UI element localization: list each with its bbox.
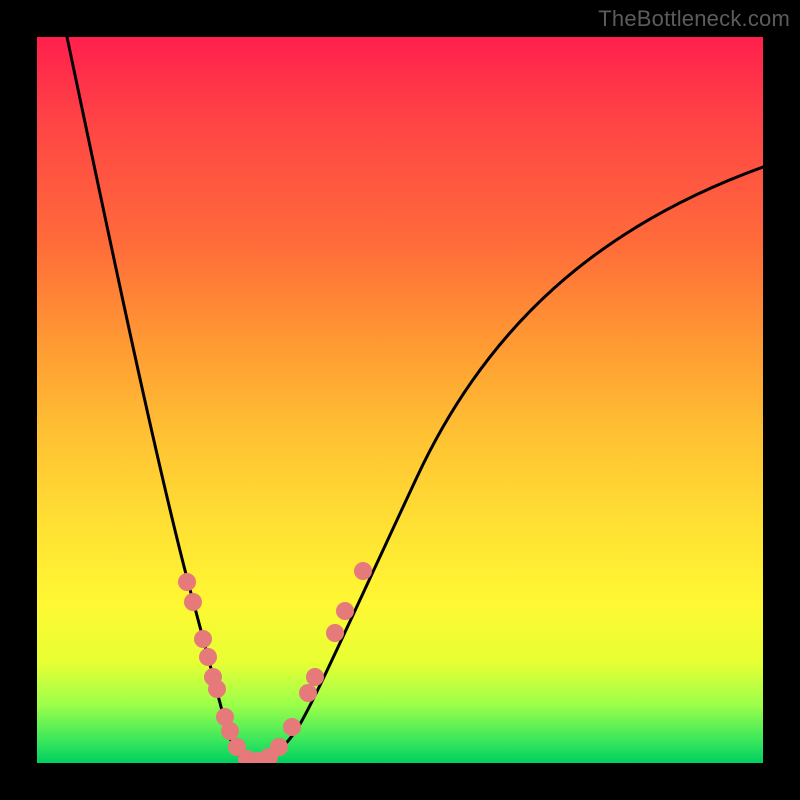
marker-point: [299, 684, 317, 702]
marker-point: [199, 648, 217, 666]
plot-area: [37, 37, 763, 763]
marker-point: [326, 624, 344, 642]
marker-point: [178, 573, 196, 591]
marker-point: [184, 593, 202, 611]
marker-point: [270, 738, 288, 756]
marker-point: [208, 680, 226, 698]
marker-point: [194, 630, 212, 648]
chart-frame: TheBottleneck.com: [0, 0, 800, 800]
marker-point: [221, 722, 239, 740]
marker-layer: [178, 562, 372, 763]
watermark-text: TheBottleneck.com: [598, 6, 790, 32]
series-right-branch: [258, 167, 763, 761]
series-left-branch: [67, 37, 258, 762]
marker-point: [306, 668, 324, 686]
marker-point: [354, 562, 372, 580]
marker-point: [283, 718, 301, 736]
chart-svg: [37, 37, 763, 763]
curve-layer: [67, 37, 763, 762]
marker-point: [336, 602, 354, 620]
